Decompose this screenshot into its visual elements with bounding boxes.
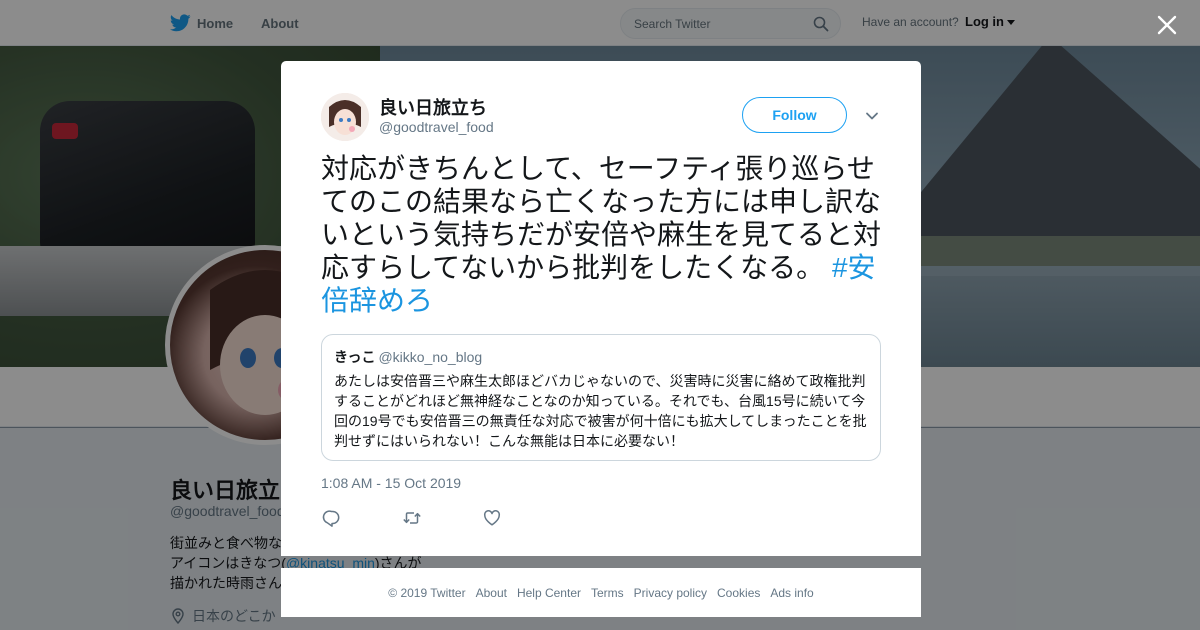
- tweet-author-avatar[interactable]: [321, 93, 369, 141]
- quoted-tweet[interactable]: きっこ @kikko_no_blog あたしは安倍晋三や麻生太郎ほどバカじゃないの…: [321, 334, 881, 461]
- close-modal-button[interactable]: [1155, 13, 1179, 37]
- modal-footer: © 2019 Twitter About Help Center Terms P…: [281, 568, 921, 617]
- tweet-text: 対応がきちんとして、セーフティ張り巡らせてのこの結果なら亡くなった方には申し訳な…: [321, 152, 886, 317]
- footer-copyright: © 2019 Twitter: [388, 585, 466, 600]
- retweet-icon: [403, 512, 421, 524]
- tweet-author-name[interactable]: 良い日旅立ち: [379, 94, 487, 120]
- footer-link-terms[interactable]: Terms: [591, 586, 624, 600]
- follow-button[interactable]: Follow: [742, 97, 847, 133]
- quoted-author-handle: @kikko_no_blog: [378, 349, 483, 365]
- tweet-author-handle[interactable]: @goodtravel_food: [379, 119, 494, 135]
- quoted-author-name: きっこ: [334, 349, 376, 365]
- footer-link-ads-info[interactable]: Ads info: [770, 586, 813, 600]
- tweet-modal: 良い日旅立ち @goodtravel_food Follow 対応がきちんとして…: [281, 61, 921, 556]
- footer-link-privacy[interactable]: Privacy policy: [634, 586, 707, 600]
- like-button[interactable]: [482, 508, 502, 528]
- quoted-tweet-header: きっこ @kikko_no_blog: [334, 347, 868, 367]
- footer-link-cookies[interactable]: Cookies: [717, 586, 760, 600]
- retweet-button[interactable]: [402, 508, 422, 528]
- reply-icon: [322, 510, 340, 527]
- footer-link-help-center[interactable]: Help Center: [517, 586, 581, 600]
- quoted-tweet-text: あたしは安倍晋三や麻生太郎ほどバカじゃないので、災害時に災害に絡めて政権批判する…: [334, 373, 867, 449]
- chevron-down-icon: [866, 112, 878, 120]
- close-icon: [1157, 15, 1177, 35]
- tweet-timestamp[interactable]: 1:08 AM - 15 Oct 2019: [321, 475, 461, 491]
- tweet-body: 対応がきちんとして、セーフティ張り巡らせてのこの結果なら亡くなった方には申し訳な…: [321, 153, 882, 283]
- reply-button[interactable]: [322, 508, 342, 528]
- heart-icon: [483, 510, 501, 526]
- tweet-more-options-button[interactable]: [865, 109, 879, 123]
- footer-link-about[interactable]: About: [476, 586, 507, 600]
